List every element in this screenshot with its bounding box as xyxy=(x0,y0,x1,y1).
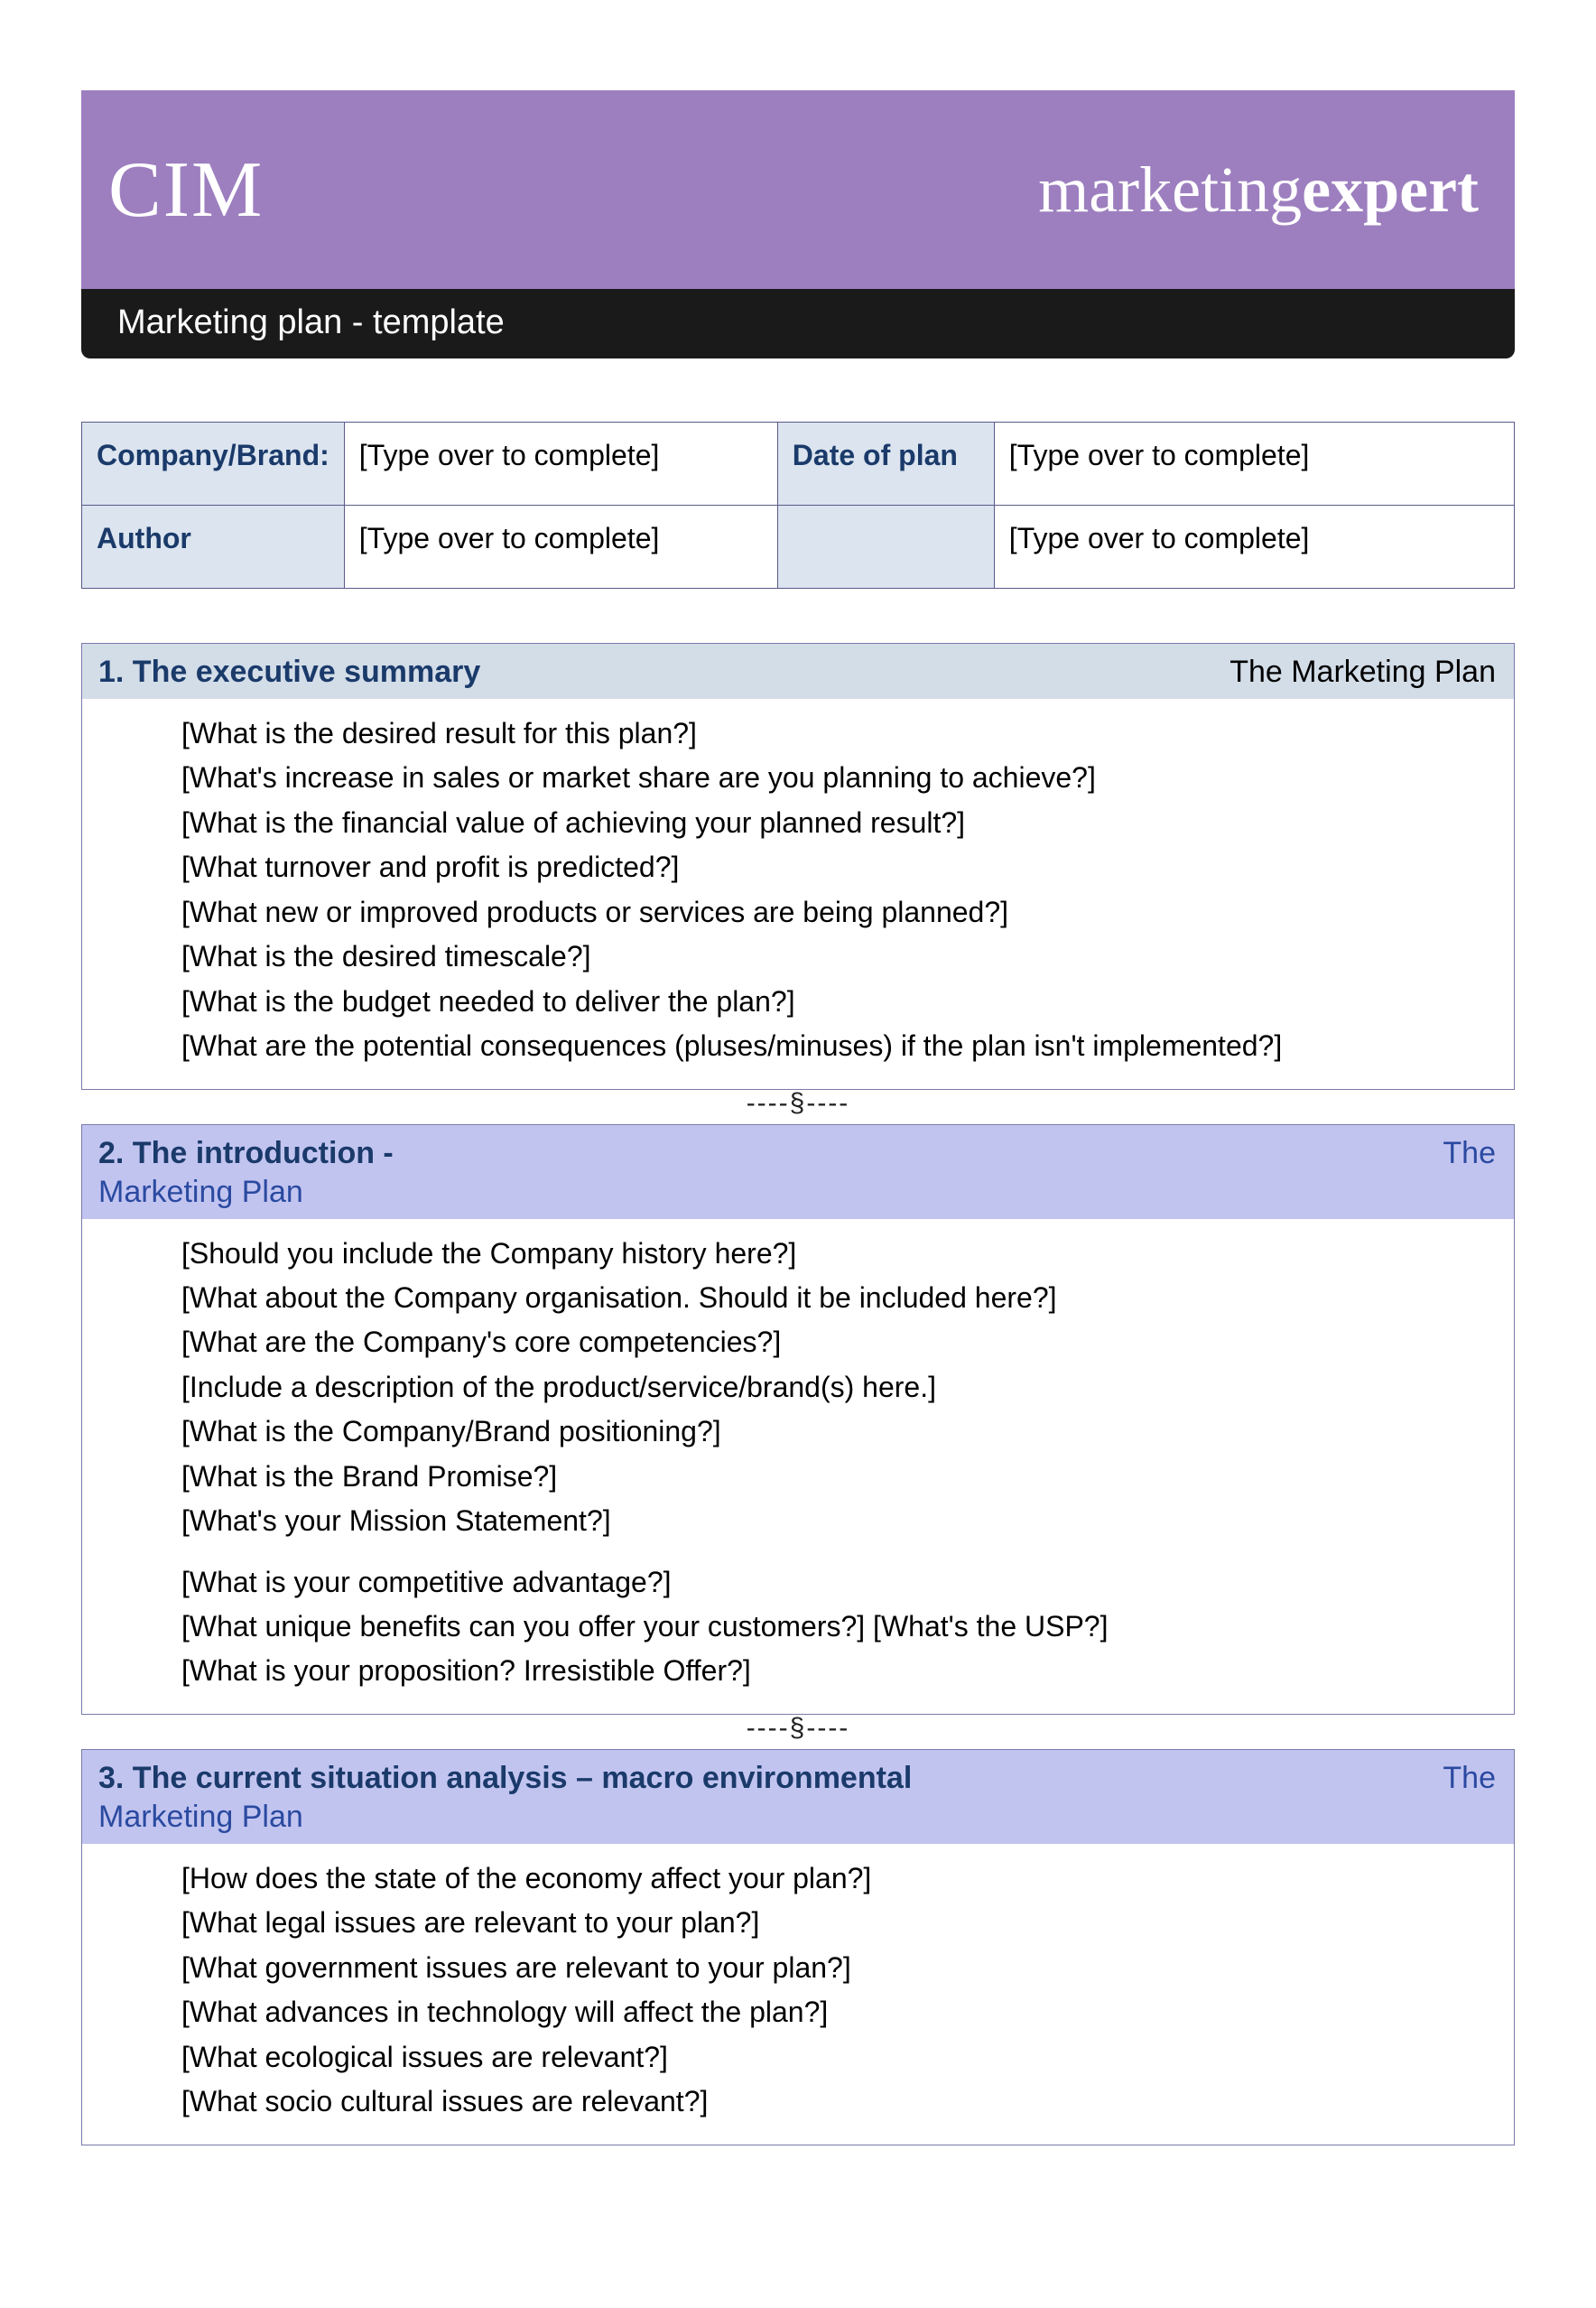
section-trail: Marketing Plan xyxy=(98,1796,1498,1835)
info-label-date: Date of plan xyxy=(777,423,994,506)
question-item[interactable]: [What socio cultural issues are relevant… xyxy=(181,2081,1496,2122)
question-item[interactable]: [What about the Company organisation. Sh… xyxy=(181,1278,1496,1318)
section-right-label: The Marketing Plan xyxy=(1229,655,1496,690)
question-item[interactable]: [What unique benefits can you offer your… xyxy=(181,1606,1496,1647)
info-label-blank xyxy=(777,506,994,589)
info-value-company[interactable]: [Type over to complete] xyxy=(344,423,777,506)
logo-text: CIM xyxy=(108,144,264,236)
question-item[interactable]: [What is the financial value of achievin… xyxy=(181,803,1496,843)
question-item[interactable]: [Include a description of the product/se… xyxy=(181,1367,1496,1408)
logo: CIM xyxy=(108,144,264,236)
question-item[interactable]: [What's your Mission Statement?] xyxy=(181,1501,1496,1541)
banner: CIM marketingexpert xyxy=(81,90,1515,289)
info-label-author: Author xyxy=(82,506,345,589)
section-separator: ----§---- xyxy=(81,1088,1515,1119)
section-separator: ----§---- xyxy=(81,1713,1515,1744)
question-item[interactable]: [What's increase in sales or market shar… xyxy=(181,758,1496,798)
question-list: [Should you include the Company history … xyxy=(82,1219,1514,1714)
question-item[interactable]: [What are the Company's core competencie… xyxy=(181,1322,1496,1363)
brand-prefix: marketing xyxy=(1038,154,1302,226)
section-executive-summary: 1. The executive summary The Marketing P… xyxy=(81,643,1515,1090)
question-item[interactable]: [What advances in technology will affect… xyxy=(181,1992,1496,2033)
question-item[interactable]: [Should you include the Company history … xyxy=(181,1233,1496,1274)
question-item[interactable]: [What are the potential consequences (pl… xyxy=(181,1026,1496,1066)
section-header: 3. The current situation analysis – macr… xyxy=(82,1750,1514,1844)
question-item[interactable]: [What is the desired result for this pla… xyxy=(181,713,1496,754)
info-value-date[interactable]: [Type over to complete] xyxy=(994,423,1514,506)
section-title: 2. The introduction - xyxy=(98,1136,394,1170)
section-trail: Marketing Plan xyxy=(98,1171,1498,1210)
info-value-author[interactable]: [Type over to complete] xyxy=(344,506,777,589)
question-item[interactable]: [What government issues are relevant to … xyxy=(181,1948,1496,1988)
question-item[interactable]: [What is the Company/Brand positioning?] xyxy=(181,1411,1496,1452)
question-item[interactable]: [What is your competitive advantage?] xyxy=(181,1562,1496,1603)
question-item[interactable]: [What is the Brand Promise?] xyxy=(181,1456,1496,1497)
section-title: 3. The current situation analysis – macr… xyxy=(98,1761,912,1795)
question-item[interactable]: [What is your proposition? Irresistible … xyxy=(181,1651,1496,1691)
question-item[interactable]: [What ecological issues are relevant?] xyxy=(181,2037,1496,2078)
question-item[interactable]: [What is the budget needed to deliver th… xyxy=(181,982,1496,1022)
info-label-company: Company/Brand: xyxy=(82,423,345,506)
question-list: [How does the state of the economy affec… xyxy=(82,1844,1514,2145)
table-row: Author [Type over to complete] [Type ove… xyxy=(82,506,1515,589)
brand-bold: expert xyxy=(1302,154,1479,226)
question-group-gap xyxy=(181,1546,1496,1559)
question-item[interactable]: [What new or improved products or servic… xyxy=(181,892,1496,933)
section-right-label: The xyxy=(1443,1136,1496,1171)
section-introduction: 2. The introduction - The Marketing Plan… xyxy=(81,1124,1515,1715)
info-table: Company/Brand: [Type over to complete] D… xyxy=(81,422,1515,589)
table-row: Company/Brand: [Type over to complete] D… xyxy=(82,423,1515,506)
question-item[interactable]: [What is the desired timescale?] xyxy=(181,936,1496,977)
brand-wordmark: marketingexpert xyxy=(1038,153,1479,228)
document-title-bar: Marketing plan - template xyxy=(81,287,1515,358)
question-item[interactable]: [How does the state of the economy affec… xyxy=(181,1858,1496,1899)
section-right-label: The xyxy=(1443,1761,1496,1796)
section-situation-analysis: 3. The current situation analysis – macr… xyxy=(81,1749,1515,2145)
question-item[interactable]: [What turnover and profit is predicted?] xyxy=(181,847,1496,888)
question-item[interactable]: [What legal issues are relevant to your … xyxy=(181,1903,1496,1943)
section-title: 1. The executive summary xyxy=(98,655,480,689)
section-header: 2. The introduction - The Marketing Plan xyxy=(82,1125,1514,1219)
info-value-extra[interactable]: [Type over to complete] xyxy=(994,506,1514,589)
document-title: Marketing plan - template xyxy=(117,303,505,341)
section-header: 1. The executive summary The Marketing P… xyxy=(82,644,1514,699)
question-list: [What is the desired result for this pla… xyxy=(82,699,1514,1089)
